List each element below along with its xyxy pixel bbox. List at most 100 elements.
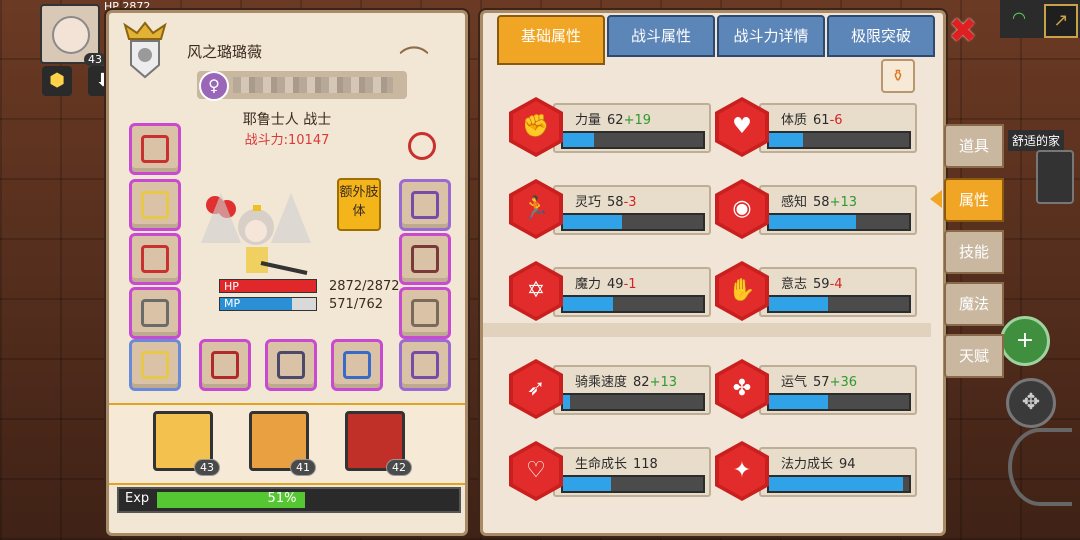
stat-bar (767, 393, 911, 411)
attributes-panel: 基础属性 战斗属性 战斗力详情 极限突破 ⚱ 力量 62+19 ✊ 体质 61-6 ♥ 灵巧… (480, 10, 946, 536)
female-icon: ♀ (199, 71, 229, 101)
tab-combat-attributes[interactable]: 战斗属性 (607, 15, 715, 57)
stat-icon-glyph: ➶ (513, 363, 559, 415)
stat-bar-fill (563, 133, 594, 147)
stat-bar-fill (563, 477, 611, 491)
stat-card[interactable]: 体质 61-6 ♥ (715, 97, 917, 161)
party-bar: 43 41 42 (109, 403, 465, 485)
party-member-level: 43 (194, 459, 220, 476)
dpad-icon[interactable]: ✥ (1006, 378, 1056, 428)
mp-value: 571/762 (329, 297, 384, 312)
stat-bar-fill (563, 215, 622, 229)
amulet-icon (141, 191, 169, 219)
stat-bar (561, 475, 705, 493)
helmet-slot[interactable] (129, 123, 181, 175)
offhand-slot-2[interactable] (265, 339, 317, 391)
glove-slot[interactable] (399, 179, 451, 231)
ring-icon (141, 351, 169, 379)
stat-card[interactable]: 意志 59-4 ✋ (715, 261, 917, 325)
stat-bar-fill (769, 477, 904, 491)
offhand-slot-1[interactable] (199, 339, 251, 391)
stat-card[interactable]: 力量 62+19 ✊ (509, 97, 711, 161)
side-tab-skills[interactable]: 技能 (944, 230, 1004, 274)
stat-name: 体质 (781, 113, 808, 128)
hud-avatar-level: 43 (84, 53, 106, 66)
stat-value: 58 (607, 195, 624, 210)
character-name: 风之璐璐薇 (187, 43, 263, 61)
phone-icon[interactable] (1036, 150, 1074, 204)
stat-card[interactable]: 感知 58+13 ◉ (715, 179, 917, 243)
extra-limb-button[interactable]: 额外肢体 (337, 178, 381, 231)
stat-value: 57 (813, 375, 830, 390)
offhand-slot-3[interactable] (331, 339, 383, 391)
stat-card[interactable]: 灵巧 58-3 🏃 (509, 179, 711, 243)
party-member-3[interactable]: 42 (345, 411, 412, 476)
tab-power-details[interactable]: 战斗力详情 (717, 15, 825, 57)
mp-bar: MP (219, 297, 317, 311)
potion-icon[interactable]: ⚱ (881, 59, 915, 93)
stat-bar-fill (563, 395, 570, 409)
helmet-icon (141, 135, 169, 163)
belt-icon (411, 245, 439, 273)
stat-name: 感知 (781, 195, 808, 210)
ring-slot[interactable] (129, 339, 181, 391)
party-member-level: 42 (386, 459, 412, 476)
stat-label: 意志 59-4 (781, 273, 843, 292)
party-member-1[interactable]: 43 (153, 411, 220, 476)
class-crest-icon (123, 21, 167, 79)
stat-bar (561, 213, 705, 231)
stat-card[interactable]: 法力成长 94 ✦ (715, 441, 917, 505)
stat-value: 118 (633, 457, 658, 472)
stat-bar (767, 295, 911, 313)
stat-box: 意志 59-4 (759, 267, 917, 317)
stat-box: 法力成长 94 (759, 447, 917, 497)
add-green-icon[interactable]: + (1000, 316, 1050, 366)
bow-icon[interactable] (1008, 428, 1072, 506)
stat-card[interactable]: 魔力 49-1 ✡ (509, 261, 711, 325)
side-tab-items[interactable]: 道具 (944, 124, 1004, 168)
wifi-icon: ◠ (1012, 8, 1026, 27)
accessory-slot[interactable] (399, 339, 451, 391)
stat-bar-fill (769, 215, 856, 229)
stat-label: 力量 62+19 (575, 109, 651, 128)
stat-value: 82 (633, 375, 650, 390)
stat-name: 生命成长 (575, 457, 628, 472)
stat-value: 58 (813, 195, 830, 210)
exp-bar: Exp 51% (117, 487, 461, 513)
stat-card[interactable]: 骑乘速度 82+13 ➶ (509, 359, 711, 423)
exp-label: Exp (125, 491, 150, 506)
tab-limit-break[interactable]: 极限突破 (827, 15, 935, 57)
side-tab-attributes[interactable]: 属性 (944, 178, 1004, 222)
stat-card[interactable]: 运气 57+36 ✤ (715, 359, 917, 423)
aura-icon (408, 132, 436, 160)
hud-badge-icon[interactable]: ⬢ (42, 66, 72, 96)
stat-icon-glyph: ✊ (513, 101, 559, 153)
corner-menu-icon[interactable]: ↗ (1044, 4, 1078, 38)
side-tab-talents[interactable]: 天赋 (944, 334, 1004, 378)
stat-box: 生命成长 118 (553, 447, 711, 497)
stat-icon-glyph: ✤ (719, 363, 765, 415)
blurred-player-name (233, 77, 393, 93)
armor-slot[interactable] (129, 287, 181, 339)
stat-bar-fill (769, 395, 828, 409)
stat-name: 运气 (781, 375, 808, 390)
armor-icon (141, 299, 169, 327)
amulet-slot[interactable] (129, 179, 181, 231)
belt-slot[interactable] (399, 233, 451, 285)
stat-bar-fill (769, 297, 828, 311)
weapon-slot[interactable] (129, 233, 181, 285)
stat-name: 力量 (575, 113, 602, 128)
stat-modifier: -4 (829, 277, 843, 292)
stat-icon-glyph: ♡ (513, 445, 559, 497)
aura-slot[interactable] (399, 123, 445, 169)
side-tab-magic[interactable]: 魔法 (944, 282, 1004, 326)
stat-modifier: +19 (623, 113, 651, 128)
close-x-icon[interactable]: ✖ (946, 14, 980, 48)
party-member-2[interactable]: 41 (249, 411, 316, 476)
boots-slot[interactable] (399, 287, 451, 339)
stat-name: 法力成长 (781, 457, 834, 472)
stat-icon-glyph: ◉ (719, 183, 765, 235)
hud-avatar[interactable]: 43 (40, 4, 106, 66)
tab-basic-attributes[interactable]: 基础属性 (497, 15, 605, 65)
stat-card[interactable]: 生命成长 118 ♡ (509, 441, 711, 505)
